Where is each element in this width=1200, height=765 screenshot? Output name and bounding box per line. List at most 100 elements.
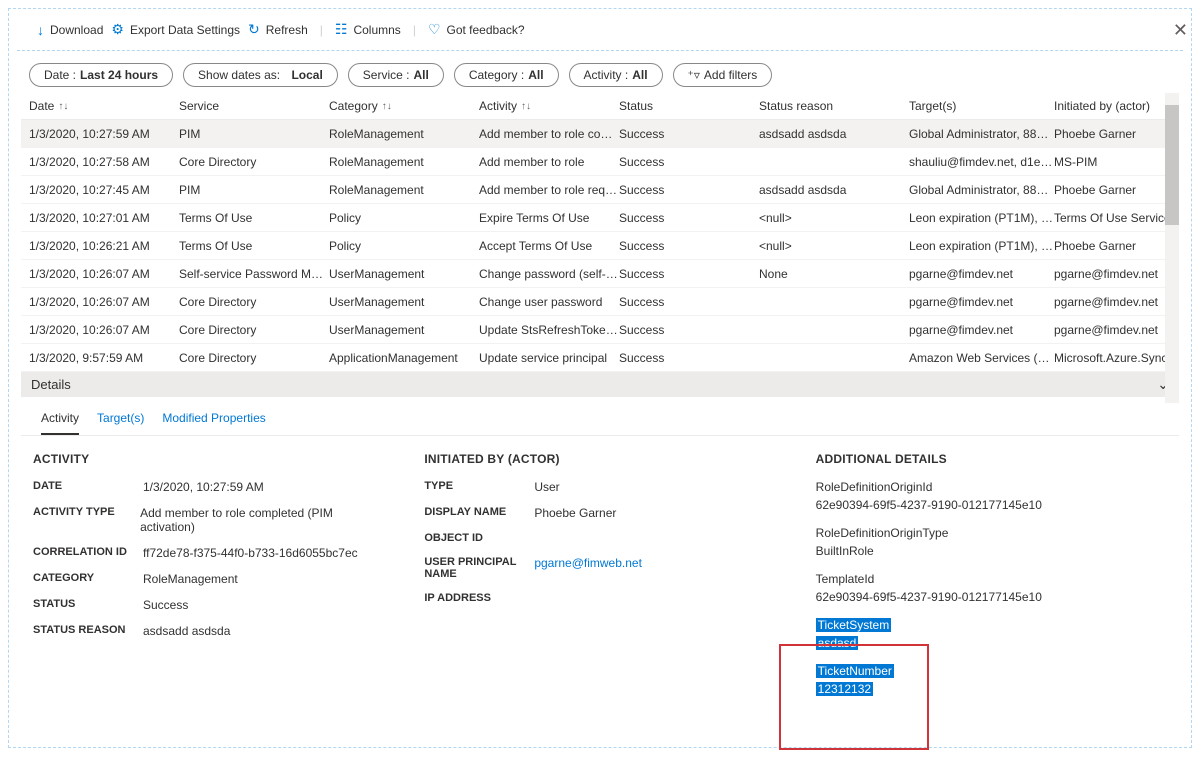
table-row[interactable]: 1/3/2020, 10:26:07 AMCore DirectoryUserM… xyxy=(21,316,1179,344)
cell-service: PIM xyxy=(179,183,329,197)
table-row[interactable]: 1/3/2020, 10:27:01 AMTerms Of UsePolicyE… xyxy=(21,204,1179,232)
cell-actor: MS-PIM xyxy=(1054,155,1179,169)
tab-modified[interactable]: Modified Properties xyxy=(162,411,265,435)
cell-category: Policy xyxy=(329,239,479,253)
filter-date[interactable]: Date : Last 24 hours xyxy=(29,63,173,87)
rdoi-value: 62e90394-69f5-4237-9190-012177145e10 xyxy=(816,498,1167,512)
table-row[interactable]: 1/3/2020, 10:26:07 AMCore DirectoryUserM… xyxy=(21,288,1179,316)
cell-service: Core Directory xyxy=(179,155,329,169)
col-activity[interactable]: Activity↑↓ xyxy=(479,99,619,113)
filter-showdates-label: Show dates as: xyxy=(198,68,280,82)
cell-targets: pgarne@fimdev.net xyxy=(909,295,1054,309)
filter-service[interactable]: Service : All xyxy=(348,63,444,87)
cell-activity: Add member to role req… xyxy=(479,183,619,197)
cell-targets: pgarne@fimdev.net xyxy=(909,267,1054,281)
sort-icon: ↑↓ xyxy=(521,101,531,112)
feedback-label: Got feedback? xyxy=(447,23,525,37)
cell-actor: pgarne@fimdev.net xyxy=(1054,323,1179,337)
feedback-button[interactable]: ♡ Got feedback? xyxy=(428,21,525,38)
cell-status: Success xyxy=(619,239,759,253)
columns-button[interactable]: ☷ Columns xyxy=(335,21,401,38)
scrollbar-thumb[interactable] xyxy=(1165,105,1179,225)
cell-category: Policy xyxy=(329,211,479,225)
filter-activity[interactable]: Activity : All xyxy=(569,63,663,87)
download-button[interactable]: ↓ Download xyxy=(37,22,103,38)
separator: | xyxy=(316,23,327,37)
sort-icon: ↑↓ xyxy=(58,101,68,112)
cell-activity: Add member to role xyxy=(479,155,619,169)
status-key: STATUS xyxy=(33,598,143,612)
cell-actor: Microsoft.Azure.SyncFab… xyxy=(1054,351,1179,365)
upn-value[interactable]: pgarne@fimweb.net xyxy=(534,556,642,580)
cell-status: Success xyxy=(619,267,759,281)
cell-activity: Update service principal xyxy=(479,351,619,365)
filter-service-value: All xyxy=(413,68,428,82)
table-row[interactable]: 1/3/2020, 10:27:58 AMCore DirectoryRoleM… xyxy=(21,148,1179,176)
cell-status: Success xyxy=(619,351,759,365)
cell-status: Success xyxy=(619,323,759,337)
ticketsystem-value: asdasd xyxy=(816,636,859,650)
reason-value: asdsadd asdsda xyxy=(143,624,230,638)
heart-icon: ♡ xyxy=(428,21,441,38)
cell-category: RoleManagement xyxy=(329,155,479,169)
cat-key: CATEGORY xyxy=(33,572,143,586)
cell-actor: pgarne@fimdev.net xyxy=(1054,267,1179,281)
cell-category: RoleManagement xyxy=(329,127,479,141)
details-toggle[interactable]: Details ⌄ xyxy=(21,372,1179,397)
cell-date: 1/3/2020, 10:27:45 AM xyxy=(29,183,179,197)
col-targets[interactable]: Target(s) xyxy=(909,99,1054,113)
cell-reason: asdsadd asdsda xyxy=(759,183,909,197)
cell-targets: pgarne@fimdev.net xyxy=(909,323,1054,337)
tmpl-value: 62e90394-69f5-4237-9190-012177145e10 xyxy=(816,590,1167,604)
date-value: 1/3/2020, 10:27:59 AM xyxy=(143,480,264,494)
cell-service: Core Directory xyxy=(179,351,329,365)
disp-value: Phoebe Garner xyxy=(534,506,616,520)
cell-actor: Phoebe Garner xyxy=(1054,127,1179,141)
col-category[interactable]: Category↑↓ xyxy=(329,99,479,113)
cell-date: 1/3/2020, 10:27:58 AM xyxy=(29,155,179,169)
corr-value: ff72de78-f375-44f0-b733-16d6055bc7ec xyxy=(143,546,358,560)
filter-category-value: All xyxy=(528,68,543,82)
cell-category: UserManagement xyxy=(329,295,479,309)
col-date[interactable]: Date↑↓ xyxy=(29,99,179,113)
filter-category-label: Category : xyxy=(469,68,524,82)
col-status[interactable]: Status xyxy=(619,99,759,113)
cell-service: PIM xyxy=(179,127,329,141)
filter-date-value: Last 24 hours xyxy=(80,68,158,82)
export-label: Export Data Settings xyxy=(130,23,240,37)
cell-activity: Update StsRefreshToken… xyxy=(479,323,619,337)
details-label: Details xyxy=(31,377,71,392)
table-row[interactable]: 1/3/2020, 9:57:59 AMCore DirectoryApplic… xyxy=(21,344,1179,372)
ticketnumber-value: 12312132 xyxy=(816,682,873,696)
add-filters-button[interactable]: ⁺▿ Add filters xyxy=(673,63,773,87)
refresh-button[interactable]: ↻ Refresh xyxy=(248,21,308,38)
filter-activity-value: All xyxy=(632,68,647,82)
filter-category[interactable]: Category : All xyxy=(454,63,559,87)
table-row[interactable]: 1/3/2020, 10:27:45 AMPIMRoleManagementAd… xyxy=(21,176,1179,204)
rdot-value: BuiltInRole xyxy=(816,544,1167,558)
cell-actor: Phoebe Garner xyxy=(1054,183,1179,197)
details-tabs: Activity Target(s) Modified Properties xyxy=(21,397,1179,436)
table-row[interactable]: 1/3/2020, 10:26:21 AMTerms Of UsePolicyA… xyxy=(21,232,1179,260)
cell-status: Success xyxy=(619,155,759,169)
cell-date: 1/3/2020, 10:26:07 AM xyxy=(29,267,179,281)
table-row[interactable]: 1/3/2020, 10:26:07 AMSelf-service Passwo… xyxy=(21,260,1179,288)
cell-targets: Leon expiration (PT1M), … xyxy=(909,239,1054,253)
table-row[interactable]: 1/3/2020, 10:27:59 AMPIMRoleManagementAd… xyxy=(21,120,1179,148)
export-button[interactable]: ⚙ Export Data Settings xyxy=(111,21,240,38)
tab-activity[interactable]: Activity xyxy=(41,411,79,435)
cell-category: UserManagement xyxy=(329,267,479,281)
filter-show-dates[interactable]: Show dates as: Local xyxy=(183,63,338,87)
refresh-label: Refresh xyxy=(266,23,308,37)
tab-targets[interactable]: Target(s) xyxy=(97,411,144,435)
cell-activity: Expire Terms Of Use xyxy=(479,211,619,225)
cell-reason: <null> xyxy=(759,239,909,253)
obj-key: OBJECT ID xyxy=(424,532,534,544)
col-status-reason[interactable]: Status reason xyxy=(759,99,909,113)
col-service[interactable]: Service xyxy=(179,99,329,113)
scrollbar[interactable] xyxy=(1165,93,1179,403)
ip-key: IP ADDRESS xyxy=(424,592,534,604)
filter-service-label: Service : xyxy=(363,68,410,82)
cell-date: 1/3/2020, 10:27:59 AM xyxy=(29,127,179,141)
columns-label: Columns xyxy=(353,23,400,37)
